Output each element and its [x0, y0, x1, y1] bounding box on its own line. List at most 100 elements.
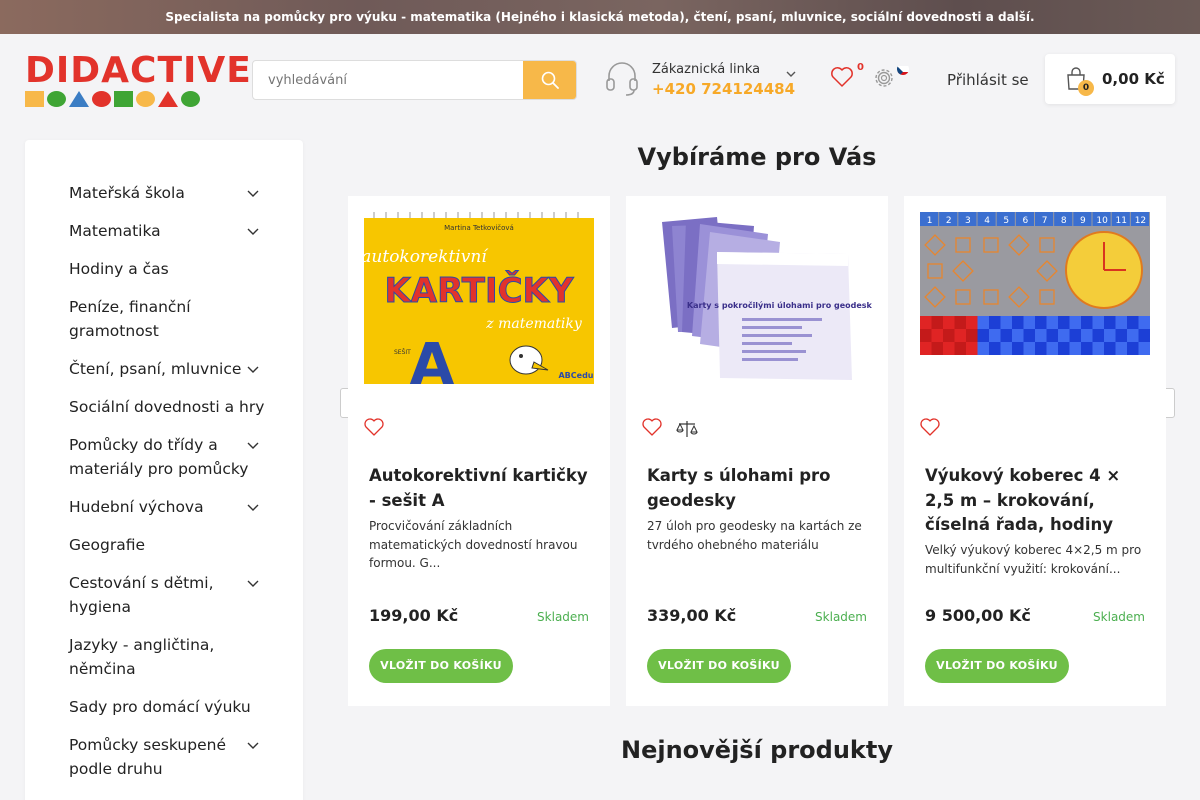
image-line2: KARTIČKY [384, 270, 573, 311]
heart-icon[interactable] [920, 418, 940, 437]
sidebar-item-socialni-dovednosti[interactable]: Sociální dovednosti a hry [69, 395, 269, 419]
carpet-grid-cell [1046, 316, 1058, 329]
carpet-grid-cell [1035, 329, 1047, 342]
carpet-number-label: 10 [1096, 216, 1108, 226]
carpet-grid-cell [1046, 342, 1058, 355]
carpet-grid-cell [1058, 342, 1070, 355]
sidebar-item-jazyky[interactable]: Jazyky - angličtina, němčina [69, 633, 269, 681]
sidebar-item-label: Jazyky - angličtina, němčina [69, 636, 215, 678]
carpet-number-label: 12 [1135, 216, 1146, 226]
sidebar-item-penize[interactable]: Peníze, finanční gramotnost [69, 295, 269, 343]
carpet-grid-cell [931, 342, 943, 355]
carpet-number-label: 7 [1042, 216, 1048, 226]
carpet-grid-cell [1127, 342, 1139, 355]
logo-text: DIDACTIVE [25, 50, 252, 91]
carpet-grid-cell [1000, 329, 1012, 342]
carpet-number-label: 2 [946, 216, 952, 226]
product-name[interactable]: Autokorektivní kartičky - sešit A [369, 464, 594, 513]
sidebar-item-label: Geografie [69, 536, 146, 554]
product-name[interactable]: Výukový koberec 4 × 2,5 m – krokování, č… [925, 464, 1150, 538]
chevron-down-icon[interactable] [247, 741, 259, 751]
chevron-down-icon[interactable] [247, 503, 259, 513]
customer-hotline[interactable]: Zákaznická linka +420 724124484 [604, 59, 799, 105]
carpet-number-label: 3 [965, 216, 971, 226]
carpet-grid-cell [920, 316, 932, 329]
carpet-number-label: 6 [1023, 216, 1029, 226]
sidebar-item-geografie[interactable]: Geografie [69, 533, 269, 557]
carpet-grid-cell [954, 316, 966, 329]
carpet-number-label: 11 [1116, 216, 1127, 226]
heart-icon[interactable] [642, 418, 662, 437]
product-card[interactable]: Karty s pokročilými úlohami pro geodesky… [626, 196, 888, 706]
sidebar-item-hodiny-a-cas[interactable]: Hodiny a čas [69, 257, 269, 281]
carpet-grid-cell [989, 342, 1001, 355]
product-price: 339,00 Kč [647, 606, 737, 625]
carpet-grid-cell [1138, 316, 1150, 329]
cart-button[interactable]: 0 0,00 Kč [1045, 54, 1175, 104]
carpet-grid-cell [954, 342, 966, 355]
search-button[interactable] [523, 61, 576, 99]
product-card[interactable]: 1 2 3 4 5 6 7 8 9 10 11 12 Výukový kober… [904, 196, 1166, 706]
carpet-grid-cell [1138, 342, 1150, 355]
sidebar-item-sady-pro-domaci-vyuku[interactable]: Sady pro domácí výuku [69, 695, 269, 719]
add-to-cart-button[interactable]: VLOŽIT DO KOŠÍKU [647, 649, 791, 683]
carpet-grid-cell [1069, 329, 1081, 342]
add-to-cart-button[interactable]: VLOŽIT DO KOŠÍKU [369, 649, 513, 683]
image-line3: z matematiky [485, 316, 583, 332]
hotline-phone[interactable]: +420 724124484 [652, 80, 795, 98]
product-card[interactable]: Martina Tetkovičová autokorektivní KARTI… [348, 196, 610, 706]
cart-count-badge: 0 [1078, 80, 1094, 96]
carpet-grid-cell [1046, 329, 1058, 342]
chevron-down-icon[interactable] [247, 441, 259, 451]
carpet-grid-cell [1035, 316, 1047, 329]
carpet-grid-cell [1081, 329, 1093, 342]
carpet-grid-cell [1058, 316, 1070, 329]
gear-icon[interactable] [872, 66, 896, 90]
product-image[interactable]: 1 2 3 4 5 6 7 8 9 10 11 12 [920, 212, 1150, 384]
search-input[interactable] [253, 61, 525, 99]
sidebar-item-label: Mateřská škola [69, 184, 185, 202]
chevron-down-icon[interactable] [247, 579, 259, 589]
image-letter: A [410, 330, 455, 384]
sidebar-item-label: Cestování s dětmi, hygiena [69, 574, 214, 616]
carpet-grid-cell [1000, 316, 1012, 329]
stock-status: Skladem [1093, 610, 1145, 624]
chevron-down-icon[interactable] [247, 189, 259, 199]
sidebar-item-cestovani[interactable]: Cestování s dětmi, hygiena [69, 571, 269, 619]
sidebar-item-materska-skola[interactable]: Mateřská škola [69, 181, 269, 205]
chevron-down-icon[interactable] [786, 69, 796, 79]
product-image[interactable]: Karty s pokročilými úlohami pro geodesky [642, 212, 872, 384]
sidebar-item-hudebni-vychova[interactable]: Hudební výchova [69, 495, 269, 519]
sidebar-item-matematika[interactable]: Matematika [69, 219, 269, 243]
carpet-number-label: 8 [1061, 216, 1067, 226]
chevron-down-icon[interactable] [247, 227, 259, 237]
carpet-grid-cell [1069, 316, 1081, 329]
czech-flag-icon[interactable] [897, 63, 909, 75]
sidebar-item-label: Sociální dovednosti a hry [69, 398, 265, 416]
chevron-down-icon[interactable] [247, 365, 259, 375]
carpet-grid-cell [1127, 316, 1139, 329]
product-image[interactable]: Martina Tetkovičová autokorektivní KARTI… [364, 212, 594, 384]
carpet-grid-cell [1115, 342, 1127, 355]
product-name[interactable]: Karty s úlohami pro geodesky [647, 464, 872, 513]
carpet-grid-cell [931, 329, 943, 342]
image-series: SEŠIT [394, 349, 411, 356]
sidebar-item-cteni-psani[interactable]: Čtení, psaní, mluvnice [69, 357, 269, 381]
add-to-cart-button[interactable]: VLOŽIT DO KOŠÍKU [925, 649, 1069, 683]
carpet-grid-cell [1000, 342, 1012, 355]
sidebar-item-pomucky-do-tridy[interactable]: Pomůcky do třídy a materiály pro pomůcky [69, 433, 269, 481]
carpet-number-label: 1 [927, 216, 933, 226]
sidebar-item-label: Peníze, finanční gramotnost [69, 298, 191, 340]
carpet-grid-cell [1023, 329, 1035, 342]
heart-icon[interactable] [364, 418, 384, 437]
sidebar-item-pomucky-podle-druhu[interactable]: Pomůcky seskupené podle druhu [69, 733, 269, 781]
login-link[interactable]: Přihlásit se [947, 71, 1029, 89]
compare-scale-icon[interactable] [676, 418, 698, 440]
product-description: Procvičování základních matematických do… [369, 519, 578, 570]
heart-icon[interactable] [830, 66, 854, 88]
carpet-grid-cell [989, 316, 1001, 329]
image-card-title: Karty s pokročilými úlohami pro geodesky [687, 300, 872, 310]
carpet-grid-cell [1012, 316, 1024, 329]
carpet-grid-cell [1023, 316, 1035, 329]
logo[interactable]: DIDACTIVE [25, 50, 252, 109]
